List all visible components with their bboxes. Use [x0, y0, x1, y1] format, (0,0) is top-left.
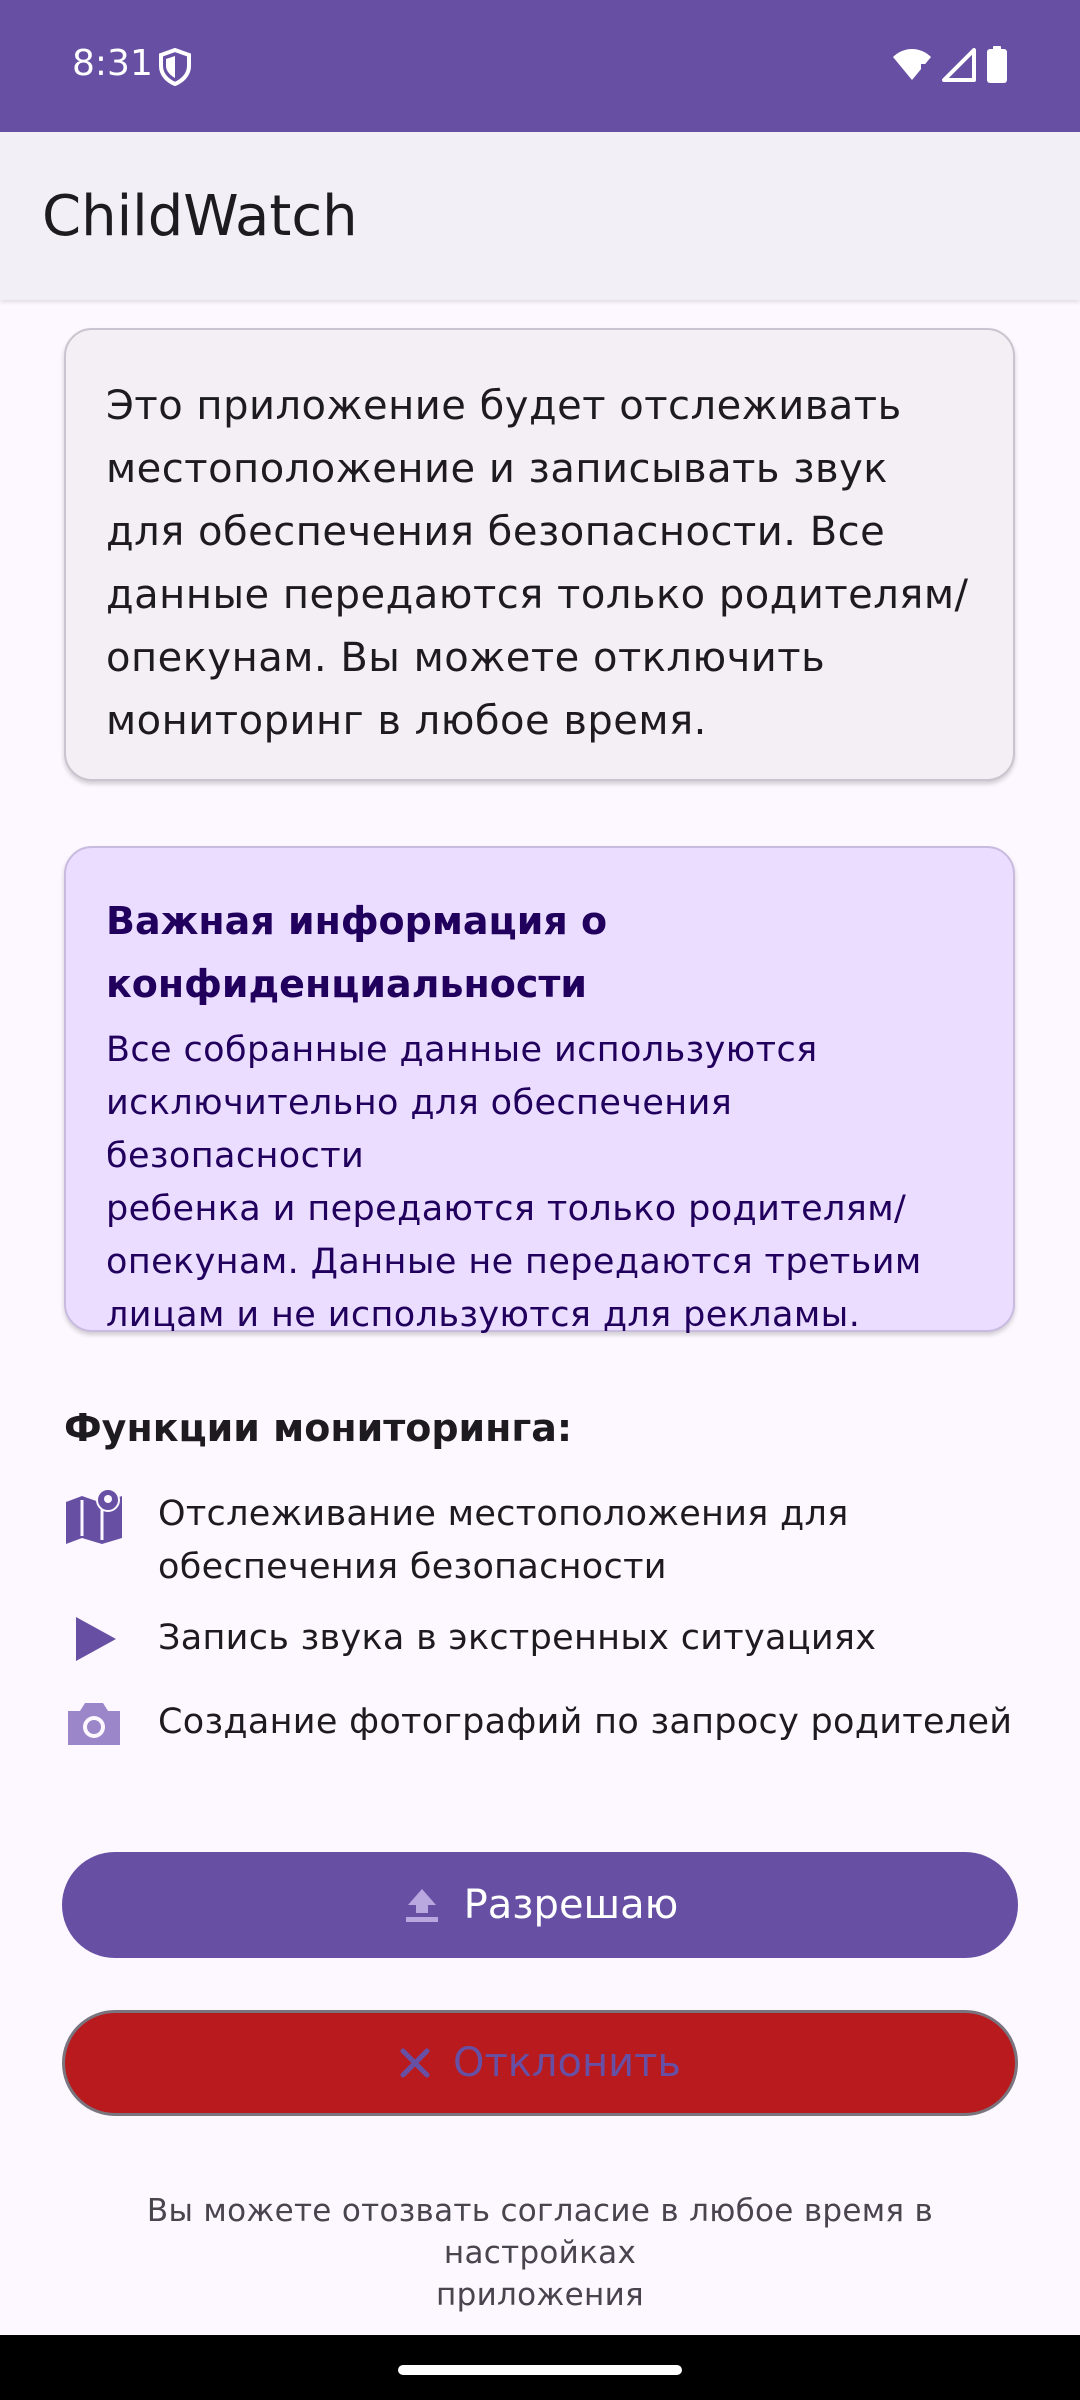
- status-time: 8:31: [72, 43, 153, 84]
- privacy-title-line: конфиденциальности: [106, 962, 588, 1006]
- info-text-line: местоположение и записывать звук: [106, 446, 888, 492]
- info-text-line: Это приложение будет отслеживать: [106, 383, 902, 429]
- footer-note: Вы можете отозвать согласие в любое врем…: [60, 2190, 1020, 2316]
- battery-icon: [987, 46, 1007, 83]
- feature-text-line: Запись звука в экстренных ситуациях: [158, 1618, 877, 1658]
- privacy-card: Важная информация о конфиденциальности В…: [64, 846, 1015, 1335]
- map-icon: [66, 1488, 122, 1544]
- info-text-line: опекунам. Вы можете отключить: [106, 635, 826, 681]
- feature-text-line: Создание фотографий по запросу родителей: [158, 1702, 1013, 1742]
- info-text-line: мониторинг в любое время.: [106, 698, 707, 744]
- privacy-title-line: Важная информация о: [106, 899, 608, 943]
- app-bar: ChildWatch: [0, 132, 1080, 300]
- feature-text-location: Отслеживание местоположения для обеспече…: [158, 1488, 1024, 1594]
- info-card: Это приложение будет отслеживать местопо…: [64, 328, 1015, 781]
- home-gesture-handle[interactable]: [398, 2365, 682, 2375]
- footer-note-line: приложения: [436, 2277, 644, 2313]
- privacy-text-line: исключительно для обеспечения безопаснос…: [106, 1083, 733, 1176]
- status-icons: [892, 46, 1008, 84]
- feature-text-audio: Запись звука в экстренных ситуациях: [158, 1612, 1024, 1665]
- privacy-title: Важная информация о конфиденциальности: [106, 890, 973, 1016]
- feature-text-line: обеспечения безопасности: [158, 1547, 667, 1587]
- navigation-bar: [0, 2335, 1080, 2400]
- wifi-icon: [893, 49, 931, 80]
- accept-button[interactable]: Разрешаю: [62, 1852, 1018, 1958]
- app-title: ChildWatch: [42, 184, 358, 249]
- privacy-text-line: Все собранные данные используются: [106, 1030, 818, 1070]
- decline-button-label: Отклонить: [452, 2040, 681, 2086]
- camera-icon: [68, 1703, 120, 1745]
- decline-button[interactable]: Отклонить: [62, 2010, 1018, 2116]
- privacy-text-line: опекунам. Данные не передаются третьим: [106, 1242, 922, 1282]
- privacy-text-line: лицам и не используются для рекламы.: [106, 1295, 861, 1335]
- accept-button-label: Разрешаю: [463, 1882, 679, 1928]
- play-icon: [76, 1617, 116, 1661]
- privacy-text-line: ребенка и передаются только родителям/: [106, 1189, 907, 1229]
- features-title: Функции мониторинга:: [64, 1406, 573, 1450]
- info-text-line: данные передаются только родителям/: [106, 572, 969, 618]
- signal-icon: [942, 48, 976, 82]
- feature-text-line: Отслеживание местоположения для: [158, 1494, 849, 1534]
- feature-text-photo: Создание фотографий по запросу родителей: [158, 1696, 1024, 1749]
- shield-icon: [159, 48, 191, 86]
- footer-note-line: Вы можете отозвать согласие в любое врем…: [146, 2193, 934, 2271]
- status-bar: 8:31: [0, 0, 1080, 132]
- info-text-line: для обеспечения безопасности. Все: [106, 509, 886, 555]
- upload-icon: [405, 1889, 438, 1922]
- privacy-text: Все собранные данные используются исключ…: [106, 1024, 973, 1342]
- close-icon: [400, 2048, 430, 2078]
